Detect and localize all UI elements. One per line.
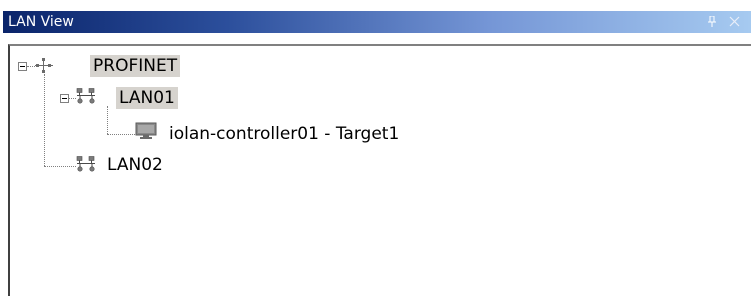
tree-connector xyxy=(44,166,76,167)
tree-connector xyxy=(69,98,76,99)
lan-network-icon xyxy=(76,156,95,172)
tree-connector xyxy=(107,106,108,134)
lan-network-icon xyxy=(76,88,95,104)
tree-node-lan02[interactable]: LAN02 xyxy=(104,154,166,176)
lan-view-panel: LAN View PROFINET LAN01 iolan-controller… xyxy=(0,0,751,296)
panel-title: LAN View xyxy=(8,14,74,30)
close-icon[interactable] xyxy=(725,13,743,31)
network-root-icon xyxy=(35,58,53,73)
expand-collapse-toggle-profinet[interactable] xyxy=(18,62,27,71)
tree-node-profinet[interactable]: PROFINET xyxy=(90,55,181,77)
expand-collapse-toggle-lan01[interactable] xyxy=(60,94,69,103)
tree-connector xyxy=(44,74,45,166)
lan-tree: PROFINET LAN01 iolan-controller01 - Targ… xyxy=(10,46,751,296)
pin-icon[interactable] xyxy=(703,13,721,31)
tree-view-area[interactable]: PROFINET LAN01 iolan-controller01 - Targ… xyxy=(8,44,751,296)
monitor-icon xyxy=(135,122,157,139)
tree-node-lan01[interactable]: LAN01 xyxy=(116,87,178,109)
tree-connector xyxy=(107,134,135,135)
title-bar[interactable]: LAN View xyxy=(3,11,751,33)
tree-node-iolan-controller01[interactable]: iolan-controller01 - Target1 xyxy=(166,123,402,145)
